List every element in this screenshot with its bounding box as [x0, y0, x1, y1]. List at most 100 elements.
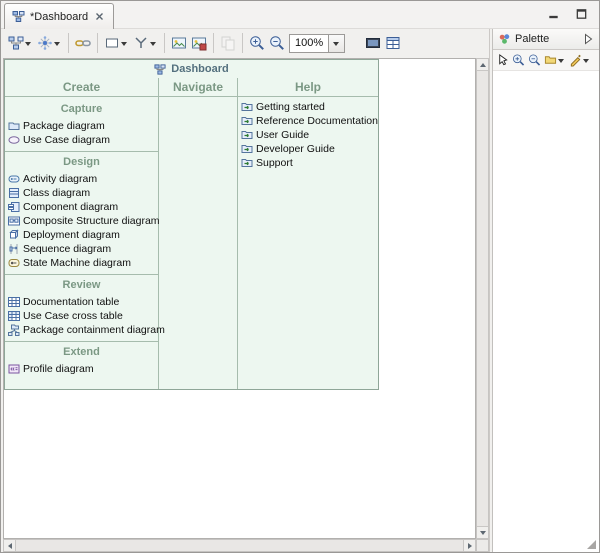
- dashboard-item[interactable]: Support: [238, 156, 378, 170]
- item-label: Getting started: [256, 101, 325, 113]
- activity-diagram-icon: [8, 173, 20, 185]
- dashboard-item[interactable]: Profile diagram: [5, 362, 158, 376]
- package-diagram-icon: [8, 120, 20, 132]
- zoom-out-button[interactable]: [267, 31, 287, 55]
- scroll-left-icon: [8, 543, 12, 549]
- tab-dashboard[interactable]: *Dashboard: [4, 3, 114, 29]
- minimize-button[interactable]: [545, 6, 561, 22]
- scroll-up-button[interactable]: [477, 59, 488, 70]
- overview-button[interactable]: [383, 31, 403, 55]
- scroll-right-icon: [468, 543, 472, 549]
- dashboard-item[interactable]: Developer Guide: [238, 142, 378, 156]
- palette-zoom-out-button[interactable]: [527, 51, 542, 69]
- diagram-canvas[interactable]: Dashboard Create Capture Package diagram: [3, 58, 476, 539]
- export-image-button[interactable]: [169, 31, 189, 55]
- dashboard-item[interactable]: Sequence diagram: [5, 242, 158, 256]
- dashboard-item[interactable]: State Machine diagram: [5, 256, 158, 270]
- item-label: Use Case diagram: [23, 134, 110, 146]
- minimize-icon: [547, 8, 560, 21]
- dashboard-tab-icon: [12, 10, 25, 23]
- note-tool-button[interactable]: [543, 51, 567, 69]
- zoom-level-input[interactable]: 100%: [289, 34, 329, 53]
- scroll-down-button[interactable]: [477, 527, 488, 538]
- screenshot-button[interactable]: [363, 31, 383, 55]
- help-header: Help: [238, 78, 378, 97]
- chevron-down-icon: [54, 42, 60, 46]
- horizontal-scroll-thumb[interactable]: [15, 540, 464, 551]
- horizontal-scrollbar[interactable]: [3, 539, 476, 552]
- item-label: Package containment diagram: [23, 324, 165, 336]
- chevron-down-icon: [25, 42, 31, 46]
- use-case-diagram-icon: [8, 134, 20, 146]
- dashboard-panel-title: Dashboard: [5, 60, 378, 78]
- palette-header[interactable]: Palette: [493, 29, 599, 50]
- new-elements-button[interactable]: [6, 31, 35, 55]
- scroll-left-button[interactable]: [4, 540, 15, 551]
- dashboard-item[interactable]: Package containment diagram: [5, 323, 158, 337]
- toolbar-separator: [97, 33, 98, 53]
- zoom-level-dropdown-button[interactable]: [329, 34, 345, 53]
- item-label: Package diagram: [23, 120, 105, 132]
- dashboard-item[interactable]: Documentation table: [5, 295, 158, 309]
- dashboard-item[interactable]: Use Case diagram: [5, 133, 158, 147]
- auto-style-button[interactable]: [35, 31, 64, 55]
- package-containment-diagram-icon: [8, 324, 20, 336]
- chevron-down-icon: [558, 59, 564, 63]
- scroll-down-icon: [480, 531, 486, 535]
- resize-grip[interactable]: [587, 540, 596, 549]
- toolbar-separator: [213, 33, 214, 53]
- vertical-scroll-thumb[interactable]: [477, 70, 488, 527]
- vertical-scrollbar[interactable]: [476, 58, 489, 539]
- dashboard-item[interactable]: User Guide: [238, 128, 378, 142]
- item-label: Support: [256, 157, 293, 169]
- scroll-right-button[interactable]: [464, 540, 475, 551]
- chevron-down-icon: [333, 42, 339, 46]
- export-image-2-icon: [191, 35, 207, 51]
- selection-tool-button[interactable]: [495, 51, 510, 69]
- export-image-2-button[interactable]: [189, 31, 209, 55]
- dashboard-item[interactable]: Reference Documentation: [238, 114, 378, 128]
- palette-title: Palette: [515, 33, 577, 45]
- item-label: User Guide: [256, 129, 309, 141]
- dashboard-item[interactable]: Use Case cross table: [5, 309, 158, 323]
- dashboard-item[interactable]: Getting started: [238, 100, 378, 114]
- dashboard-item[interactable]: Component diagram: [5, 200, 158, 214]
- help-body: Getting started Reference Documentation …: [238, 97, 378, 170]
- profile-diagram-icon: [8, 363, 20, 375]
- draw-tool-button[interactable]: [568, 51, 592, 69]
- dashboard-item[interactable]: Class diagram: [5, 186, 158, 200]
- shape-button[interactable]: [102, 31, 131, 55]
- navigate-header: Navigate: [159, 78, 237, 97]
- overview-icon: [385, 35, 401, 51]
- palette-zoom-in-button[interactable]: [511, 51, 526, 69]
- item-label: Developer Guide: [256, 143, 335, 155]
- dashboard-item[interactable]: Activity diagram: [5, 172, 158, 186]
- chevron-down-icon: [583, 59, 589, 63]
- link-button[interactable]: [73, 31, 93, 55]
- close-icon[interactable]: [93, 10, 106, 23]
- state-machine-diagram-icon: [8, 257, 20, 269]
- documentation-table-icon: [8, 296, 20, 308]
- section-divider: [5, 341, 158, 342]
- dashboard-item[interactable]: Deployment diagram: [5, 228, 158, 242]
- help-folder-icon: [241, 143, 253, 155]
- palette-expand-icon[interactable]: [581, 33, 594, 46]
- design-section-header: Design: [5, 154, 158, 170]
- align-merge-button[interactable]: [131, 31, 160, 55]
- section-divider: [5, 274, 158, 275]
- application-window: *Dashboard: [0, 0, 600, 553]
- palette-toolbar: [493, 50, 599, 71]
- screenshot-icon: [365, 35, 381, 51]
- composite-structure-diagram-icon: [8, 215, 20, 227]
- dashboard-item[interactable]: Composite Structure diagram: [5, 214, 158, 228]
- dashboard-item[interactable]: Package diagram: [5, 119, 158, 133]
- dashboard-panel[interactable]: Dashboard Create Capture Package diagram: [4, 59, 379, 390]
- create-body: Capture Package diagram Use Case diagram…: [5, 97, 158, 376]
- item-label: Use Case cross table: [23, 310, 123, 322]
- review-section-header: Review: [5, 277, 158, 293]
- section-divider: [5, 151, 158, 152]
- zoom-in-button[interactable]: [247, 31, 267, 55]
- help-folder-icon: [241, 101, 253, 113]
- maximize-button[interactable]: [573, 6, 589, 22]
- help-column: Help Getting started Reference Documenta…: [238, 78, 378, 389]
